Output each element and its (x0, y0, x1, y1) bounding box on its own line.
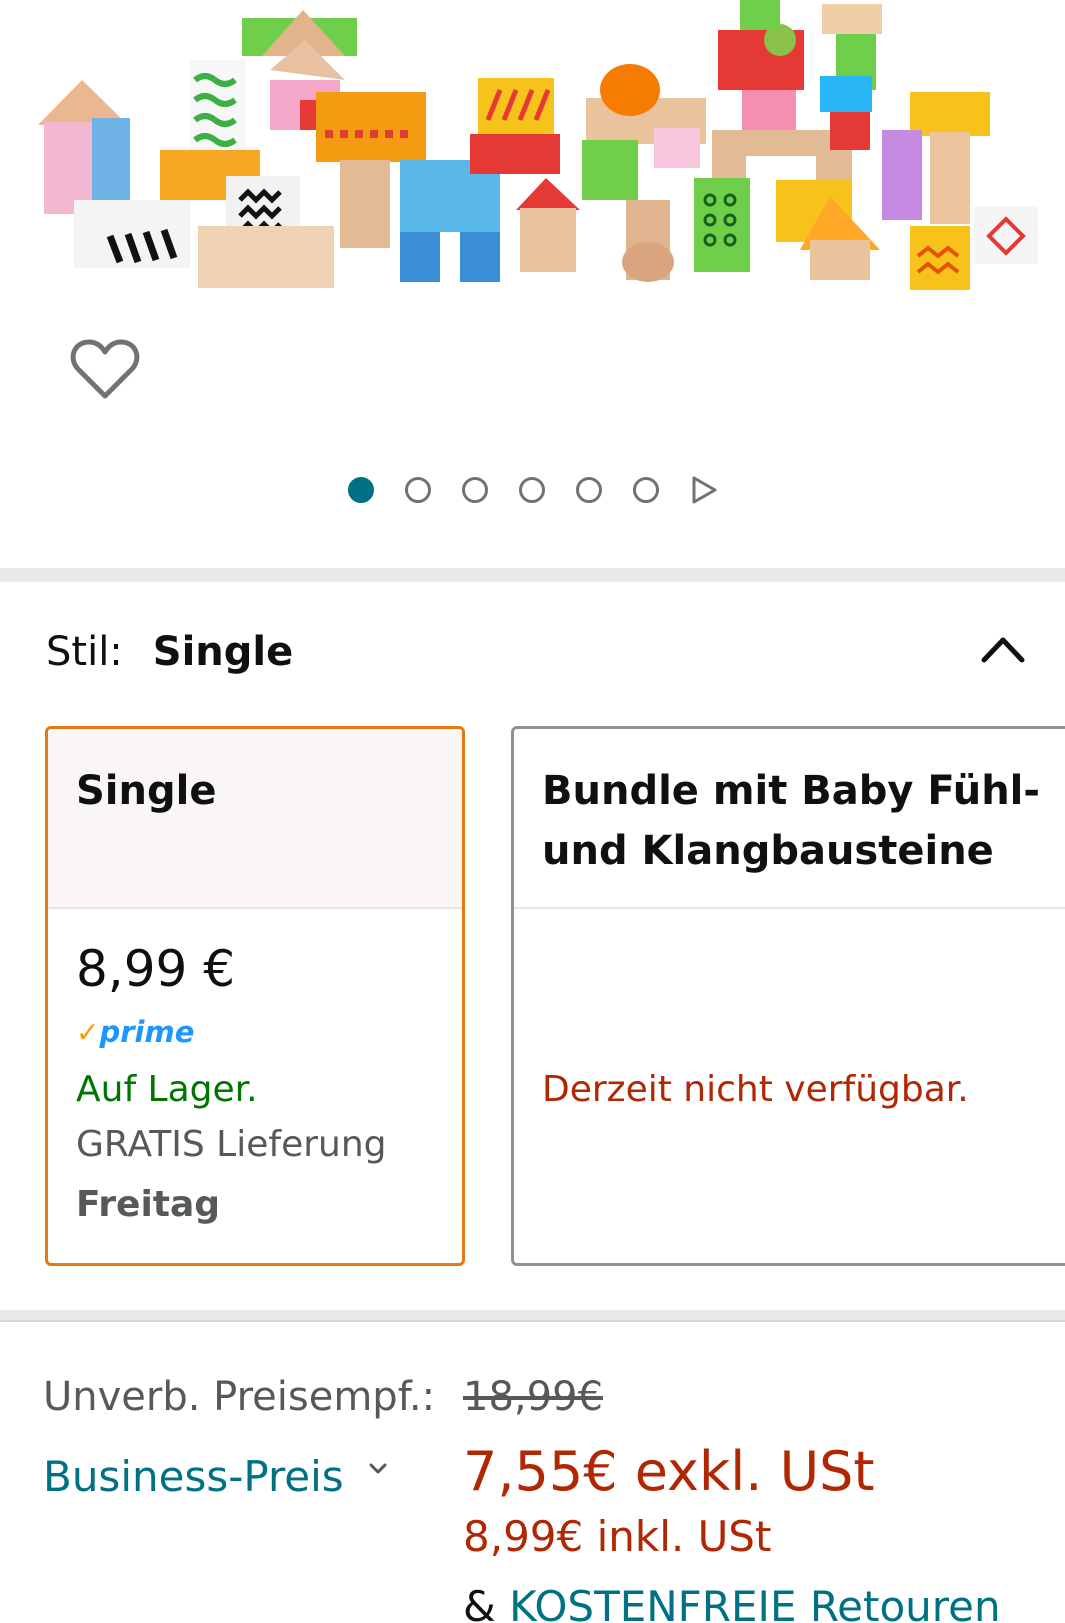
style-selector-header[interactable]: Stil: Single (46, 622, 1026, 682)
prime-badge: ✓ prime (76, 1013, 434, 1047)
style-option-header: Bundle mit Baby Fühl- und Klangbausteine (514, 729, 1065, 909)
style-selected-value: Single (152, 629, 294, 675)
carousel-dot-1[interactable] (348, 477, 374, 503)
prime-check-icon: ✓ (76, 1016, 100, 1049)
style-option-header: Single (48, 729, 462, 909)
option-price: 8,99 € (76, 940, 236, 998)
business-price-label: Business-Preis (43, 1452, 344, 1501)
section-divider (0, 568, 1065, 582)
carousel-dot-6[interactable] (633, 477, 659, 503)
delivery-label: GRATIS Lieferung (76, 1124, 387, 1165)
carousel-dot-2[interactable] (405, 477, 431, 503)
style-option-title: Single (76, 768, 217, 814)
style-option-title: Bundle mit Baby Fühl- und Klangbausteine (542, 768, 1040, 874)
returns-prefix: & (463, 1582, 510, 1623)
availability-status: Auf Lager. (76, 1069, 258, 1110)
style-option-single[interactable]: Single 8,99 € ✓ prime Auf Lager. GRATIS … (45, 726, 465, 1266)
delivery-day: Freitag (76, 1184, 221, 1225)
rrp-label: Unverb. Preisempf.: (43, 1374, 436, 1420)
product-image[interactable] (0, 0, 1065, 320)
business-price-dropdown[interactable]: Business-Preis (43, 1452, 388, 1501)
price-excl-vat: 7,55€ exkl. USt (463, 1440, 875, 1503)
free-returns: & KOSTENFREIE Retouren (463, 1582, 1001, 1623)
product-image-gallery[interactable] (0, 0, 1065, 568)
style-label: Stil: (46, 629, 123, 675)
add-to-wishlist-button[interactable] (70, 336, 140, 402)
carousel-dot-5[interactable] (576, 477, 602, 503)
chevron-up-icon[interactable] (980, 630, 1026, 666)
prime-logo-text: prime (99, 1015, 195, 1049)
carousel-dot-3[interactable] (462, 477, 488, 503)
price-incl-vat: 8,99€ inkl. USt (463, 1512, 772, 1561)
rrp-value: 18,99€ (463, 1374, 603, 1420)
heart-outline-icon (70, 339, 140, 399)
style-option-bundle[interactable]: Bundle mit Baby Fühl- und Klangbausteine… (511, 726, 1065, 1266)
image-carousel-dots (348, 475, 718, 505)
free-returns-link[interactable]: KOSTENFREIE Retouren (509, 1582, 1000, 1623)
style-option-details: 8,99 € ✓ prime Auf Lager. GRATIS Lieferu… (48, 909, 462, 1263)
availability-status: Derzeit nicht verfügbar. (542, 1069, 969, 1110)
chevron-down-icon (369, 1463, 387, 1474)
carousel-dot-4[interactable] (519, 477, 545, 503)
play-triangle-icon[interactable] (690, 475, 718, 505)
